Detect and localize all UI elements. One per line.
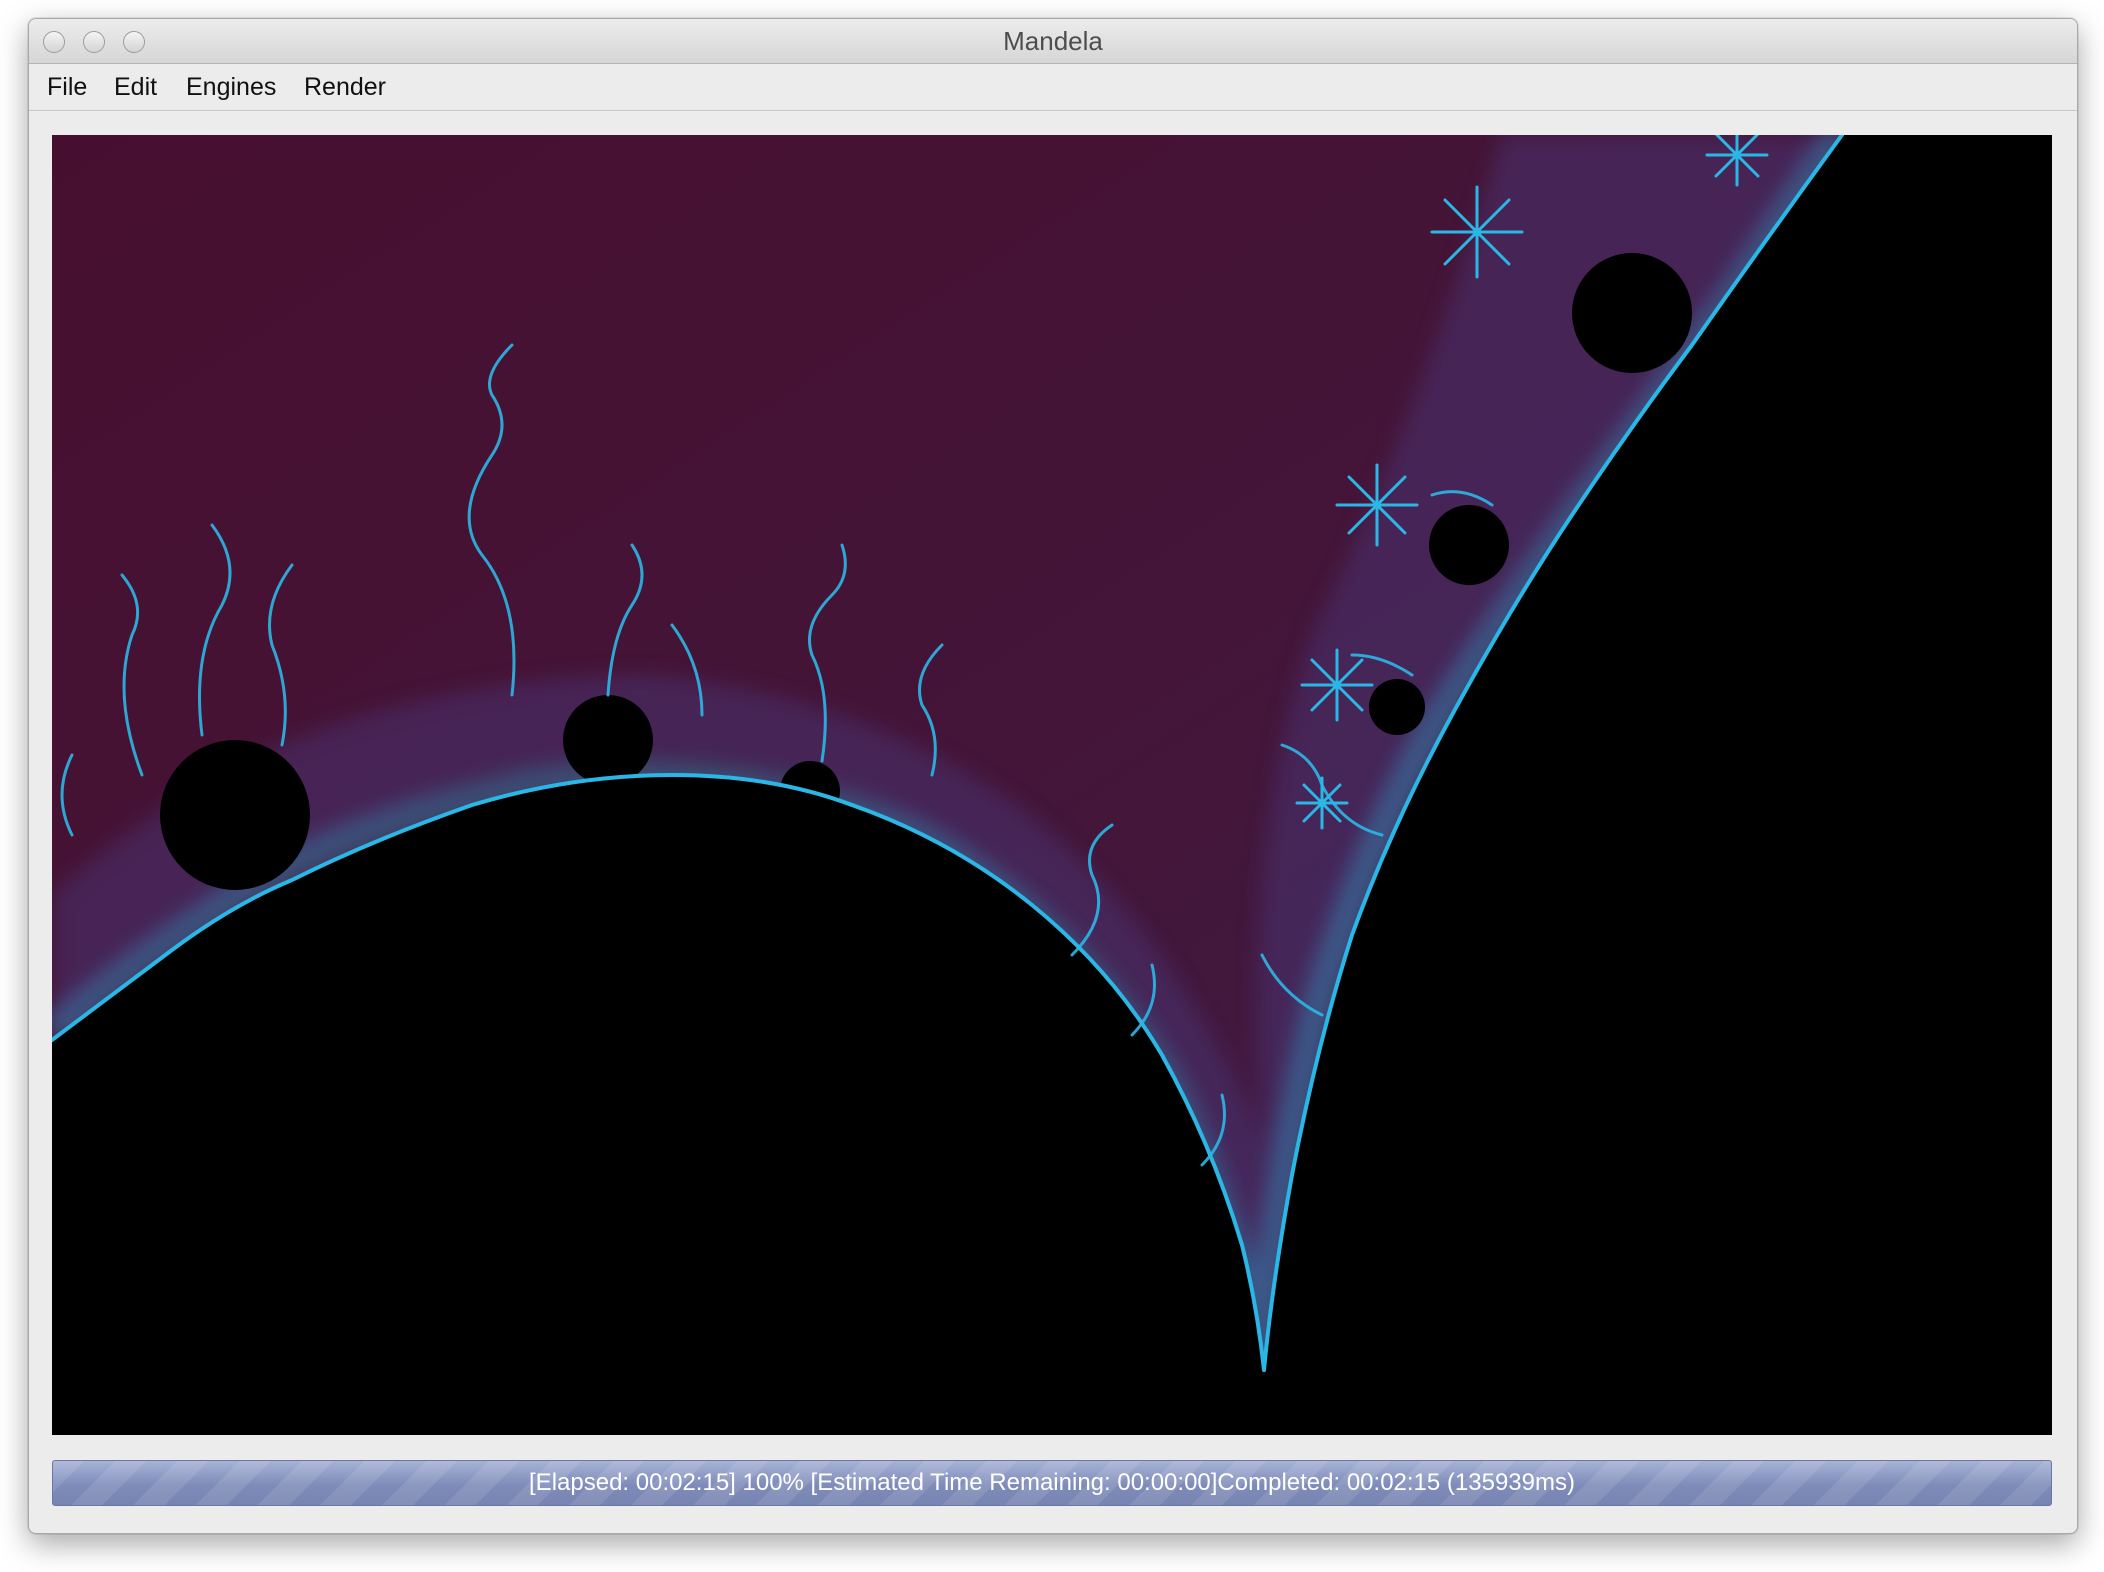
render-status-text: [Elapsed: 00:02:15] 100% [Estimated Time… bbox=[529, 1469, 1575, 1496]
menu-render[interactable]: Render bbox=[304, 64, 386, 110]
mandelbrot-fractal-image bbox=[52, 135, 2052, 1435]
app-window: Mandela File Edit Engines Render [Elapse… bbox=[28, 18, 2078, 1534]
menu-bar: File Edit Engines Render bbox=[29, 64, 2077, 111]
progress-status-bar: [Elapsed: 00:02:15] 100% [Estimated Time… bbox=[52, 1460, 2052, 1506]
bulb-left bbox=[160, 740, 310, 890]
menu-engines[interactable]: Engines bbox=[186, 64, 276, 110]
window-title: Mandela bbox=[1003, 26, 1103, 56]
menu-file[interactable]: File bbox=[47, 64, 87, 110]
bulb-right bbox=[1429, 505, 1509, 585]
bulb-upper-right bbox=[1572, 253, 1692, 373]
bulb-right-small bbox=[1369, 679, 1425, 735]
menu-edit[interactable]: Edit bbox=[114, 64, 157, 110]
title-bar: Mandela bbox=[29, 19, 2077, 64]
fractal-render-canvas[interactable] bbox=[52, 135, 2052, 1435]
bulb-mid bbox=[563, 695, 653, 785]
